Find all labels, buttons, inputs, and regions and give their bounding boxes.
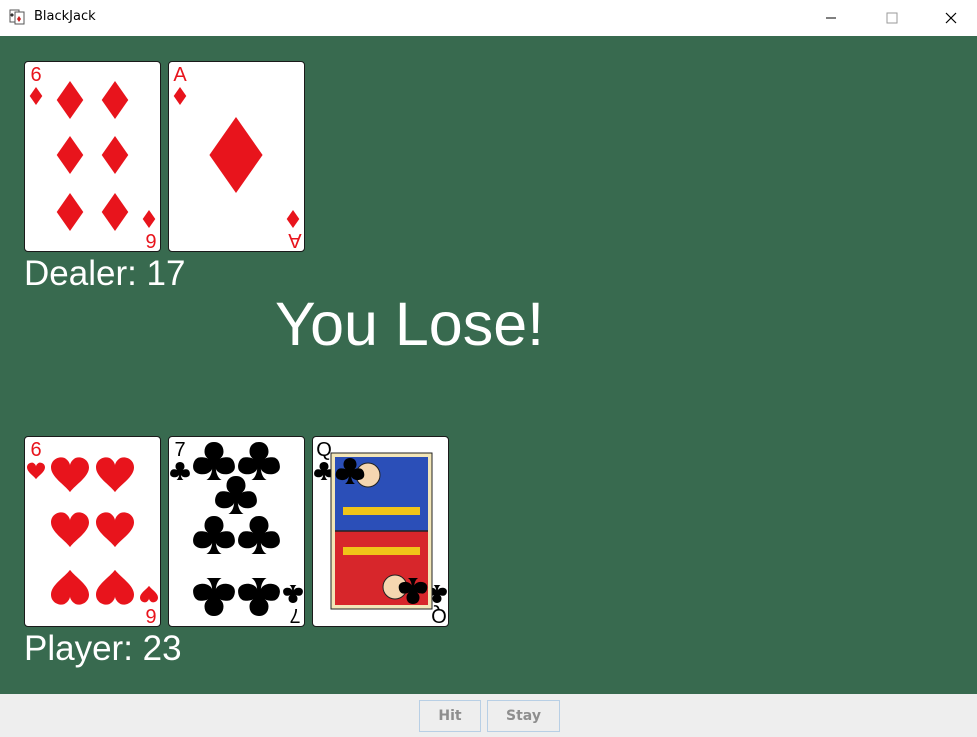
title-bar: BlackJack: [0, 0, 977, 36]
java-app-icon: [8, 7, 28, 27]
svg-text:6: 6: [30, 64, 41, 86]
maximize-icon: [886, 9, 898, 28]
svg-text:7: 7: [289, 604, 300, 626]
playing-card: 66: [24, 61, 161, 252]
svg-text:7: 7: [174, 439, 185, 461]
stay-button[interactable]: Stay: [487, 700, 560, 732]
hit-button[interactable]: Hit: [419, 700, 481, 732]
svg-text:Q: Q: [431, 604, 447, 626]
game-result-message: You Lose!: [275, 290, 545, 358]
card-table: Dealer: 17 You Lose! Player: 23 66AA6677…: [0, 36, 977, 694]
minimize-icon: [825, 9, 837, 28]
maximize-button[interactable]: [869, 0, 915, 36]
player-score: Player: 23: [24, 629, 182, 668]
window-title: BlackJack: [34, 9, 96, 24]
svg-text:A: A: [173, 64, 187, 86]
playing-card: 77: [168, 436, 305, 627]
svg-text:Q: Q: [316, 439, 332, 461]
button-bar: Hit Stay: [0, 694, 977, 737]
close-button[interactable]: [928, 0, 974, 36]
dealer-score: Dealer: 17: [24, 254, 186, 293]
svg-text:6: 6: [30, 439, 41, 461]
playing-card: QQ: [312, 436, 449, 627]
svg-text:A: A: [288, 229, 302, 251]
minimize-button[interactable]: [808, 0, 854, 36]
playing-card: 66: [24, 436, 161, 627]
close-icon: [945, 9, 957, 28]
svg-text:6: 6: [145, 604, 156, 626]
playing-card: AA: [168, 61, 305, 252]
svg-text:6: 6: [145, 229, 156, 251]
